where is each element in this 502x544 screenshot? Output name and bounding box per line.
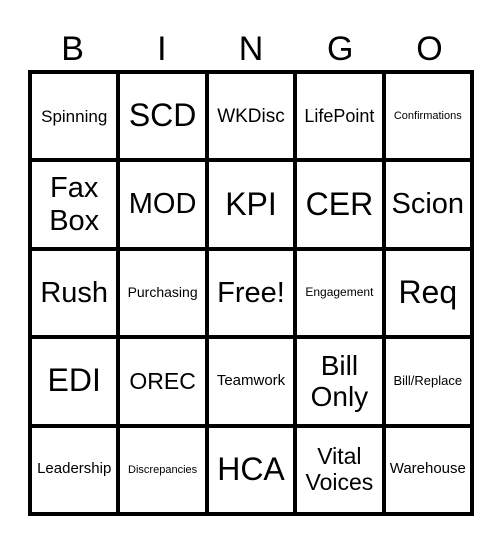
bingo-cell[interactable]: Purchasing bbox=[118, 248, 207, 338]
bingo-cell[interactable]: CER bbox=[295, 160, 384, 249]
bingo-cell[interactable]: Req bbox=[383, 248, 472, 338]
header-letter: G bbox=[326, 30, 354, 68]
bingo-cell[interactable]: Leadership bbox=[30, 425, 119, 514]
header-letter: N bbox=[238, 30, 264, 68]
bingo-cell[interactable]: Warehouse bbox=[383, 425, 472, 514]
bingo-cell[interactable]: KPI bbox=[206, 160, 296, 249]
bingo-cell[interactable]: Rush bbox=[30, 248, 119, 338]
header-letter: O bbox=[416, 30, 443, 68]
bingo-cell[interactable]: LifePoint bbox=[295, 72, 384, 161]
bingo-cell[interactable]: HCA bbox=[206, 425, 296, 514]
bingo-cell[interactable]: Confirmations bbox=[383, 72, 472, 161]
bingo-cell[interactable]: Teamwork bbox=[206, 337, 296, 426]
bingo-cell[interactable]: Scion bbox=[383, 160, 472, 249]
bingo-cell[interactable]: Bill/Replace bbox=[383, 337, 472, 426]
bingo-cell[interactable]: EDI bbox=[30, 337, 119, 426]
bingo-cell[interactable]: Bill Only bbox=[295, 337, 384, 426]
bingo-cell[interactable]: Free! bbox=[206, 248, 296, 338]
bingo-cell[interactable]: OREC bbox=[118, 337, 207, 426]
bingo-cell[interactable]: Engagement bbox=[295, 248, 384, 338]
header-letter: B bbox=[61, 30, 84, 68]
bingo-cell[interactable]: WKDisc bbox=[206, 72, 296, 161]
bingo-cell[interactable]: Discrepancies bbox=[118, 425, 207, 514]
bingo-cell[interactable]: Fax Box bbox=[30, 160, 119, 249]
bingo-cell[interactable]: SCD bbox=[118, 72, 207, 161]
bingo-header: BINGO bbox=[28, 28, 474, 70]
bingo-cell[interactable]: MOD bbox=[118, 160, 207, 249]
bingo-card: Spinning SCD WKDisc LifePoint Confirmations F… bbox=[28, 70, 474, 516]
bingo-cell[interactable]: Spinning bbox=[30, 72, 119, 161]
header-letter: I bbox=[157, 30, 167, 68]
bingo-cell[interactable]: Vital Voices bbox=[295, 425, 384, 514]
